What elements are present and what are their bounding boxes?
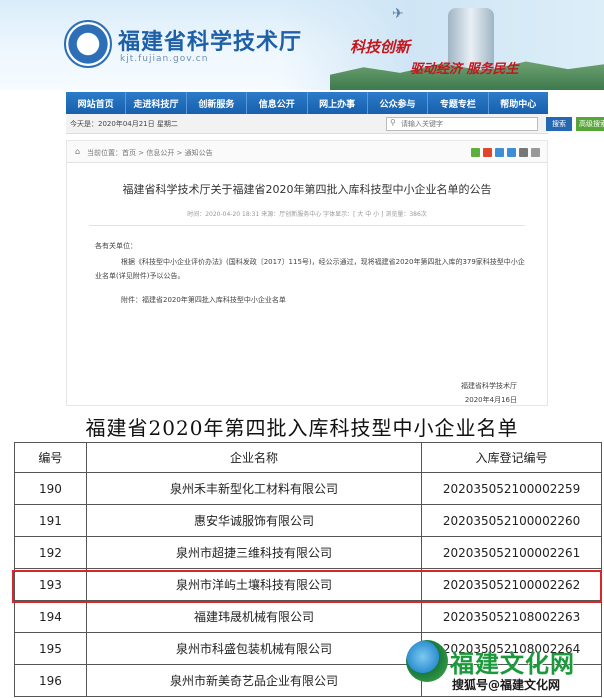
nav-item-participation[interactable]: 公众参与 [368,92,429,114]
attachment-link[interactable]: 附件：福建省2020年第四批入库科技型中小企业名单 [95,293,525,307]
site-logo-icon[interactable] [64,20,112,68]
today-date: 今天是：2020年04月21日 星期二 [70,120,178,128]
header-banner: ✈ 福建省科学技术厅 kjt.fujian.gov.cn 科技创新 驱动经济 服… [0,0,604,90]
table-header-row: 编号 企业名称 入库登记编号 [14,442,602,473]
cell-no: 192 [14,536,87,569]
nav-item-online-service[interactable]: 网上办事 [308,92,368,114]
cell-code: 202035052100002262 [421,568,602,601]
list-title: 福建省2020年第四批入库科技型中小企业名单 [85,416,519,440]
breadcrumb[interactable]: 当前位置：首页 > 信息公开 > 通知公告 [87,148,213,158]
nav-item-about[interactable]: 走进科技厅 [126,92,187,114]
cell-no: 195 [14,632,87,665]
cell-name: 泉州市超捷三维科技有限公司 [85,536,423,569]
share-icons [471,148,540,157]
cell-no: 191 [14,504,87,537]
share-qzone-icon[interactable] [495,148,504,157]
slogan-line-1: 科技创新 [350,38,411,56]
cell-code: 202035052100002261 [421,536,602,569]
signature-org: 福建省科学技术厅 [461,382,517,390]
nav-item-disclosure[interactable]: 信息公开 [247,92,308,114]
share-tencent-icon[interactable] [507,148,516,157]
nav-item-innovation[interactable]: 创新服务 [187,92,248,114]
col-header-name: 企业名称 [85,442,423,473]
article-body: 各有关单位： 根据《科技型中小企业评价办法》(国科发政〔2017〕115号)，经… [95,239,525,309]
search-icon: ⚲ [390,118,396,127]
table-row: 192 泉州市超捷三维科技有限公司 202035052100002261 [14,536,602,569]
table-row: 190 泉州禾丰新型化工材料有限公司 202035052100002259 [14,472,602,505]
watermark-logo-icon [406,640,448,682]
cell-name: 泉州市洋屿土壤科技有限公司 [85,568,423,601]
cell-code: 202035052108002263 [421,600,602,633]
cell-code: 202035052100002260 [421,504,602,537]
site-url: kjt.fujian.gov.cn [120,54,209,64]
salutation: 各有关单位： [95,242,137,250]
nav-item-help[interactable]: 帮助中心 [489,92,548,114]
table-row: 191 惠安华诚服饰有限公司 202035052100002260 [14,504,602,537]
main-nav: 网站首页 走进科技厅 创新服务 信息公开 网上办事 公众参与 专题专栏 帮助中心 [66,92,548,114]
meta-divider [89,225,525,226]
cell-name: 泉州市新美奇艺品企业有限公司 [85,664,423,697]
nav-item-home[interactable]: 网站首页 [66,92,127,114]
airplane-icon: ✈ [392,6,404,22]
cell-no: 190 [14,472,87,505]
advanced-search-button[interactable]: 高级搜索 [576,117,604,131]
nav-item-topics[interactable]: 专题专栏 [428,92,489,114]
date-search-bar: 今天是：2020年04月21日 星期二 ⚲ 搜索 高级搜索 [66,114,604,134]
print-icon[interactable] [519,148,528,157]
body-paragraph: 根据《科技型中小企业评价办法》(国科发政〔2017〕115号)，经公示通过，现将… [95,258,525,280]
share-wechat-icon[interactable] [471,148,480,157]
article-meta: 时间：2020-04-20 18:31 来源：厅创新服务中心 字体显示：[ 大 … [187,211,427,218]
home-icon[interactable]: ⌂ [75,147,80,156]
signature-date: 2020年4月16日 [464,396,517,404]
cell-name: 惠安华诚服饰有限公司 [85,504,423,537]
article-panel: ⌂ 当前位置：首页 > 信息公开 > 通知公告 福建省科学技术厅关于福建省202… [66,140,548,406]
slogan-line-2: 驱动经济 服务民生 [410,62,519,77]
col-header-no: 编号 [14,442,87,473]
article-signature: 福建省科学技术厅 2020年4月16日 [461,379,517,407]
table-row: 194 福建玮晟机械有限公司 202035052108002263 [14,600,602,633]
cell-name: 泉州禾丰新型化工材料有限公司 [85,472,423,505]
table-row-highlighted: 193 泉州市洋屿土壤科技有限公司 202035052100002262 [14,568,602,601]
more-share-icon[interactable] [531,148,540,157]
watermark-title: 福建文化网 [450,650,575,678]
breadcrumb-bar: ⌂ 当前位置：首页 > 信息公开 > 通知公告 [67,141,547,163]
article-title: 福建省科学技术厅关于福建省2020年第四批入库科技型中小企业名单的公告 [122,183,492,196]
share-weibo-icon[interactable] [483,148,492,157]
cell-name: 泉州市科盛包装机械有限公司 [85,632,423,665]
cell-no: 194 [14,600,87,633]
cell-name: 福建玮晟机械有限公司 [85,600,423,633]
search-input[interactable] [386,117,538,131]
site-title[interactable]: 福建省科学技术厅 [118,24,302,56]
watermark-subtitle: 搜狐号@福建文化网 [452,676,561,693]
cell-no: 196 [14,664,87,697]
col-header-code: 入库登记编号 [421,442,602,473]
cell-no: 193 [14,568,87,601]
cell-code: 202035052100002259 [421,472,602,505]
search-button[interactable]: 搜索 [546,117,572,131]
